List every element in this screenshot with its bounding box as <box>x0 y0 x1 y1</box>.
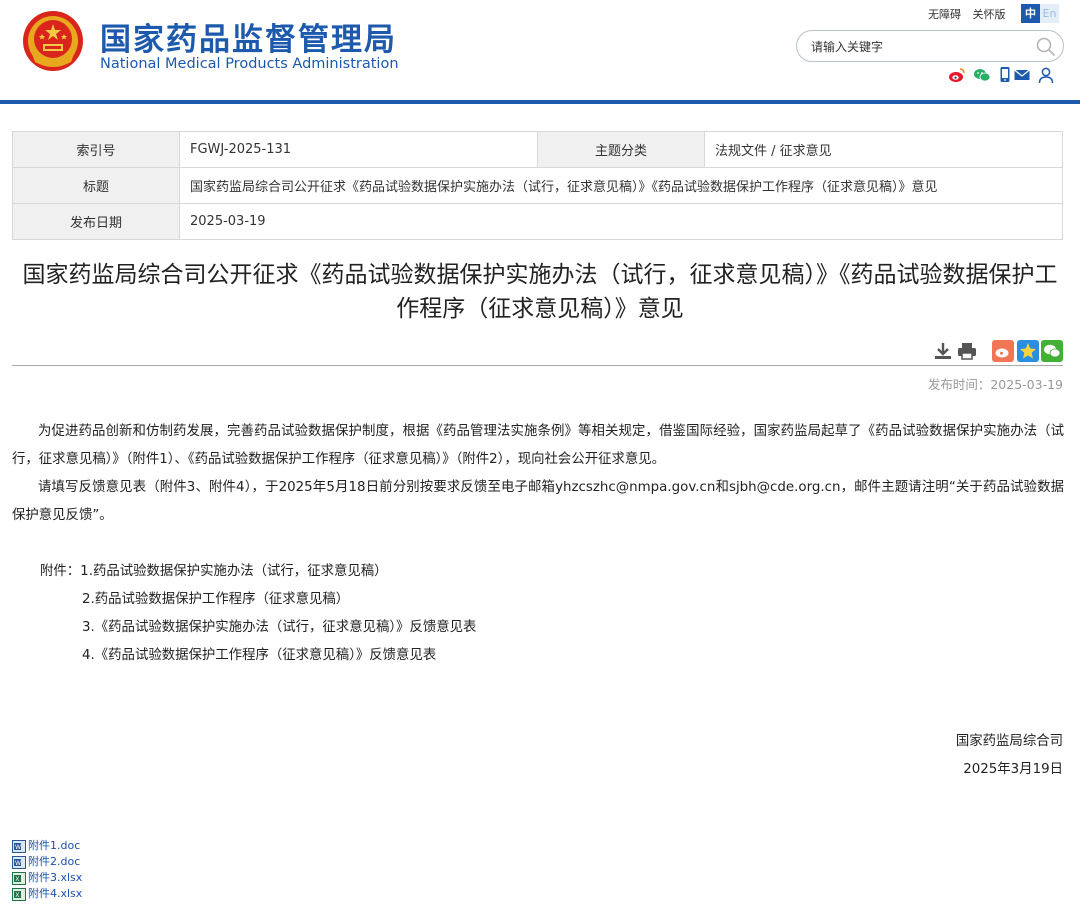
attachment-item: 4.《药品试验数据保护工作程序（征求意见稿）》反馈意见表 <box>82 648 437 663</box>
attachment-item: 3.《药品试验数据保护实施办法（试行，征求意见稿）》反馈意见表 <box>82 620 477 635</box>
svg-text:W: W <box>15 860 21 867</box>
file-name[interactable]: 附件3.xlsx <box>28 870 82 886</box>
publish-time: 发布时间：2025-03-19 <box>927 377 1063 392</box>
weibo-icon[interactable] <box>948 66 966 84</box>
attachment-list: 附件：1.药品试验数据保护实施办法（试行，征求意见稿） 2.药品试验数据保护工作… <box>40 558 476 670</box>
national-emblem-icon <box>23 11 83 71</box>
signature-org: 国家药监局综合司 <box>955 734 1063 749</box>
paragraph: 为促进药品创新和仿制药发展，完善药品试验数据保护制度，根据《药品管理法实施条例》… <box>12 424 1064 467</box>
svg-text:X: X <box>15 892 19 899</box>
search-input[interactable] <box>811 37 1031 57</box>
category-label: 主题分类 <box>537 131 705 168</box>
paragraph: 请填写反馈意见表（附件3、附件4），于2025年5月18日前分别按要求反馈至电子… <box>12 480 1064 523</box>
wechat-icon[interactable] <box>973 66 991 84</box>
lang-chinese-button[interactable]: 中 <box>1021 4 1040 23</box>
share-wechat-icon[interactable] <box>1041 340 1063 362</box>
title-value: 国家药监局综合司公开征求《药品试验数据保护实施办法（试行，征求意见稿）》《药品试… <box>179 167 1063 204</box>
title-divider <box>12 365 1063 366</box>
file-downloads: W 附件1.doc W 附件2.doc X 附件3.xlsx X 附件4.xls… <box>12 838 82 902</box>
meta-row: 标题 国家药监局综合司公开征求《药品试验数据保护实施办法（试行，征求意见稿）》《… <box>12 167 1063 204</box>
file-name[interactable]: 附件4.xlsx <box>28 886 82 902</box>
file-name[interactable]: 附件2.doc <box>28 854 80 870</box>
mobile-icon[interactable] <box>996 66 1014 84</box>
svg-text:X: X <box>15 876 19 883</box>
mail-icon[interactable] <box>1013 66 1031 84</box>
index-label: 索引号 <box>12 131 180 168</box>
article-body: 为促进药品创新和仿制药发展，完善药品试验数据保护制度，根据《药品管理法实施条例》… <box>12 418 1064 530</box>
download-icon[interactable] <box>932 340 954 362</box>
article-title: 国家药监局综合司公开征求《药品试验数据保护实施办法（试行，征求意见稿）》《药品试… <box>22 262 1058 322</box>
signature: 国家药监局综合司 2025年3月19日 <box>956 728 1063 784</box>
site-name-chinese: 国家药品监督管理局 <box>100 22 397 58</box>
meta-row: 发布日期 2025-03-19 <box>12 203 1063 240</box>
share-weibo-icon[interactable] <box>992 340 1014 362</box>
document-meta-table: 索引号 FGWJ-2025-131 主题分类 法规文件 / 征求意见 标题 国家… <box>12 131 1063 240</box>
word-file-icon: W <box>12 855 26 869</box>
file-link[interactable]: W 附件2.doc <box>12 854 82 870</box>
file-link[interactable]: W 附件1.doc <box>12 838 82 854</box>
header-divider <box>0 100 1080 104</box>
date-label: 发布日期 <box>12 203 180 240</box>
date-value: 2025-03-19 <box>179 203 1063 240</box>
file-link[interactable]: X 附件3.xlsx <box>12 870 82 886</box>
word-file-icon: W <box>12 839 26 853</box>
accessibility-link[interactable]: 无障碍 <box>928 8 961 21</box>
excel-file-icon: X <box>12 887 26 901</box>
attachment-item: 2.药品试验数据保护工作程序（征求意见稿） <box>82 592 350 607</box>
site-header: 国家药品监督管理局 National Medical Products Admi… <box>0 0 1080 104</box>
attachment-item: 1.药品试验数据保护实施办法（试行，征求意见稿） <box>80 564 388 579</box>
file-link[interactable]: X 附件4.xlsx <box>12 886 82 902</box>
attachments-prefix: 附件： <box>40 564 81 579</box>
svg-text:W: W <box>15 844 21 851</box>
excel-file-icon: X <box>12 871 26 885</box>
file-name[interactable]: 附件1.doc <box>28 838 80 854</box>
lang-english-button[interactable]: En <box>1040 4 1059 23</box>
site-name-english: National Medical Products Administration <box>100 56 399 72</box>
search-icon[interactable] <box>1035 36 1057 58</box>
share-qzone-icon[interactable] <box>1017 340 1039 362</box>
print-icon[interactable] <box>956 340 978 362</box>
top-links: 无障碍 关怀版 <box>928 6 1014 22</box>
meta-row: 索引号 FGWJ-2025-131 主题分类 法规文件 / 征求意见 <box>12 131 1063 168</box>
title-label: 标题 <box>12 167 180 204</box>
category-value: 法规文件 / 征求意见 <box>704 131 1063 168</box>
index-value: FGWJ-2025-131 <box>179 131 538 168</box>
signature-date: 2025年3月19日 <box>963 762 1063 777</box>
user-icon[interactable] <box>1037 66 1055 84</box>
search-box <box>796 30 1064 62</box>
elder-mode-link[interactable]: 关怀版 <box>973 8 1006 21</box>
